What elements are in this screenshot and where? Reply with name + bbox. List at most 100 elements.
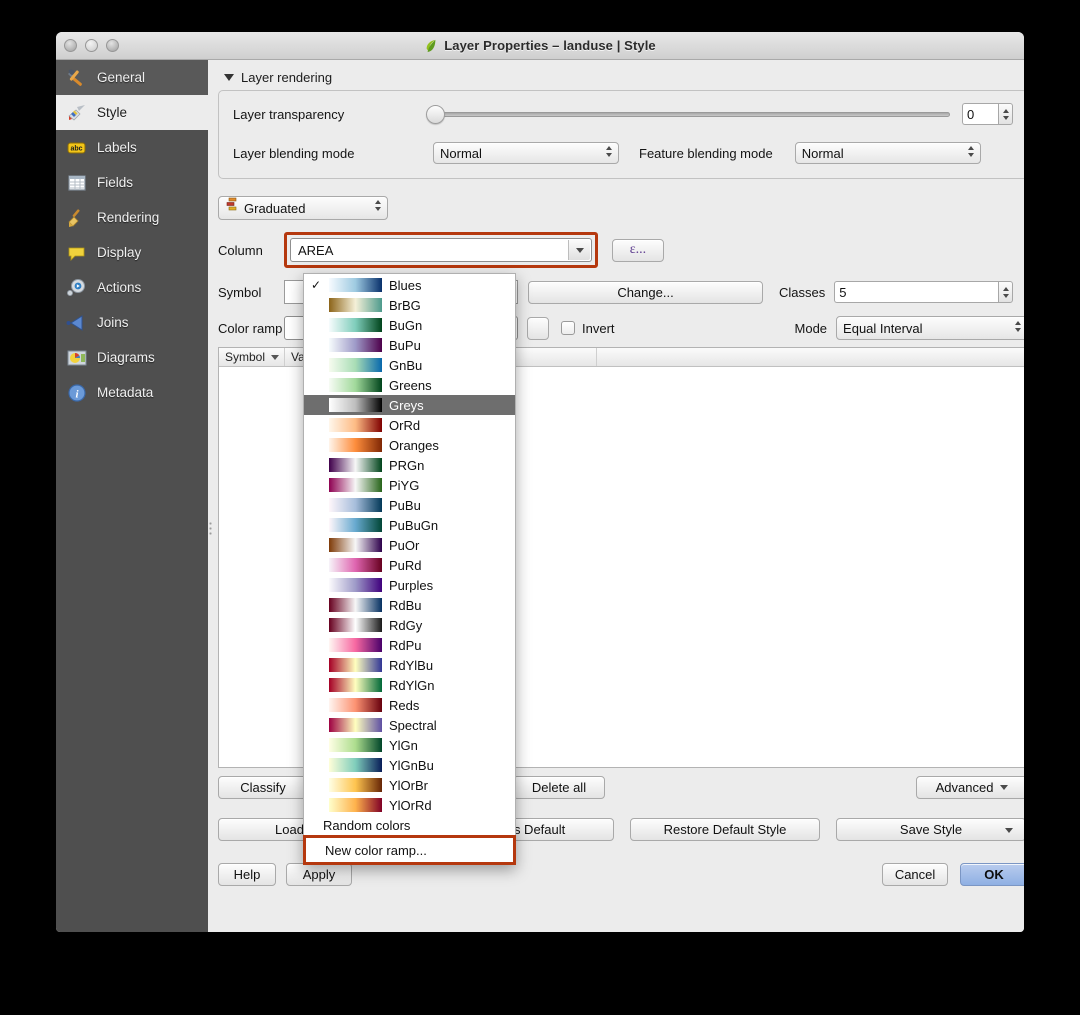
slider-handle[interactable] [426,104,445,124]
sidebar-item-general[interactable]: General [56,60,208,95]
menu-item-color-ramp[interactable]: PiYG [304,475,515,495]
menu-item-color-ramp[interactable]: PuBu [304,495,515,515]
sidebar-item-labels[interactable]: abc Labels [56,130,208,165]
menu-item-color-ramp[interactable]: RdPu [304,635,515,655]
column-row: Column AREA ε... [218,232,1024,268]
menu-item-label: Greens [389,377,432,393]
sidebar-item-joins[interactable]: Joins [56,305,208,340]
menu-item-color-ramp[interactable]: OrRd [304,415,515,435]
menu-item-color-ramp[interactable]: Purples [304,575,515,595]
cancel-label: Cancel [894,867,936,882]
sidebar-item-actions[interactable]: Actions [56,270,208,305]
chevron-down-icon[interactable] [568,240,590,260]
arrow-up-icon[interactable] [1002,108,1009,113]
chevron-updown-icon [1015,321,1022,332]
broom-icon [66,207,88,229]
mode-combo[interactable]: Equal Interval [836,316,1024,340]
chevron-down-icon[interactable] [1005,828,1013,833]
spinner-arrows[interactable] [998,103,1014,125]
feature-blending-combo[interactable]: Normal [794,142,981,164]
menu-item-color-ramp[interactable]: YlOrBr [304,775,515,795]
layer-transparency-input[interactable] [962,103,999,125]
classify-button[interactable]: Classify [218,776,308,799]
menu-item-color-ramp[interactable]: PuOr [304,535,515,555]
restore-default-style-button[interactable]: Restore Default Style [630,818,820,841]
menu-item-label: RdBu [389,597,422,613]
advanced-label: Advanced [935,780,994,795]
color-ramp-swatch [329,498,382,512]
ok-button[interactable]: OK [960,863,1024,886]
menu-item-color-ramp[interactable]: YlGnBu [304,755,515,775]
menu-item-color-ramp[interactable]: PRGn [304,455,515,475]
blue-arrow-icon [66,312,88,334]
color-ramp-swatch [329,298,382,312]
menu-item-random-colors[interactable]: Random colors [304,815,515,835]
menu-item-color-ramp[interactable]: BrBG [304,295,515,315]
menu-item-color-ramp[interactable]: RdYlBu [304,655,515,675]
arrow-down-icon[interactable] [1002,115,1009,120]
layer-transparency-spinner[interactable] [962,103,1014,125]
spinner-arrows[interactable] [998,281,1014,303]
color-ramp-swatch [329,758,382,772]
menu-item-color-ramp[interactable]: PuRd [304,555,515,575]
menu-item-color-ramp[interactable]: Greys [304,395,515,415]
layer-transparency-row: Layer transparency [233,103,1014,125]
cancel-button[interactable]: Cancel [882,863,949,886]
menu-item-color-ramp[interactable]: YlOrRd [304,795,515,815]
title-bar[interactable]: Layer Properties – landuse | Style [56,32,1024,60]
classes-spinner[interactable] [834,281,1014,303]
menu-item-color-ramp[interactable]: Reds [304,695,515,715]
sidebar-item-style[interactable]: Style [56,95,208,130]
arrow-down-icon[interactable] [1002,293,1009,298]
menu-item-color-ramp[interactable]: BuPu [304,335,515,355]
sidebar-item-metadata[interactable]: i Metadata [56,375,208,410]
pane-resize-grip[interactable] [209,522,214,536]
change-symbol-button[interactable]: Change... [528,280,763,304]
menu-item-color-ramp[interactable]: Oranges [304,435,515,455]
sort-descending-icon [271,354,280,360]
edit-color-ramp-button[interactable] [527,316,549,340]
renderer-combo[interactable]: Graduated [218,196,388,220]
qgis-leaf-icon [424,39,438,53]
help-label: Help [233,867,261,882]
color-ramp-dropdown-menu[interactable]: ✓ Blues BrBG BuGn BuPu GnBu Greens Greys OrRd Ora… [303,273,516,865]
help-button[interactable]: Help [218,863,276,886]
collapse-triangle-icon[interactable] [224,74,234,81]
layer-blending-combo[interactable]: Normal [433,142,619,164]
sidebar-item-label: Diagrams [97,350,155,365]
menu-item-color-ramp[interactable]: PuBuGn [304,515,515,535]
sidebar-item-diagrams[interactable]: Diagrams [56,340,208,375]
classes-input[interactable] [834,281,999,303]
expression-button[interactable]: ε... [612,238,664,262]
delete-all-button[interactable]: Delete all [513,776,605,799]
menu-item-color-ramp[interactable]: RdYlGn [304,675,515,695]
color-ramp-swatch [329,418,382,432]
invert-checkbox[interactable] [561,321,575,335]
zoom-button[interactable] [106,39,119,52]
close-button[interactable] [64,39,77,52]
column-combo[interactable]: AREA [290,238,592,262]
menu-item-color-ramp[interactable]: YlGn [304,735,515,755]
sidebar-item-rendering[interactable]: Rendering [56,200,208,235]
layer-rendering-group-header[interactable]: Layer rendering [224,70,1024,85]
menu-item-color-ramp[interactable]: ✓ Blues [304,275,515,295]
menu-item-color-ramp[interactable]: BuGn [304,315,515,335]
arrow-up-icon[interactable] [1002,286,1009,291]
menu-item-color-ramp[interactable]: Greens [304,375,515,395]
menu-item-new-color-ramp[interactable]: New color ramp... [306,838,513,862]
menu-item-color-ramp[interactable]: RdBu [304,595,515,615]
sidebar-item-fields[interactable]: Fields [56,165,208,200]
window-controls[interactable] [64,39,119,52]
advanced-button[interactable]: Advanced [916,776,1024,799]
minimize-button[interactable] [85,39,98,52]
table-column-symbol[interactable]: Symbol [219,348,285,366]
apply-button[interactable]: Apply [286,863,352,886]
color-ramp-swatch [329,638,382,652]
save-style-button[interactable]: Save Style [836,818,1024,841]
menu-item-color-ramp[interactable]: Spectral [304,715,515,735]
layer-transparency-slider[interactable] [426,104,951,124]
menu-item-color-ramp[interactable]: GnBu [304,355,515,375]
invert-checkbox-row[interactable]: Invert [561,321,615,336]
menu-item-color-ramp[interactable]: RdGy [304,615,515,635]
sidebar-item-display[interactable]: Display [56,235,208,270]
